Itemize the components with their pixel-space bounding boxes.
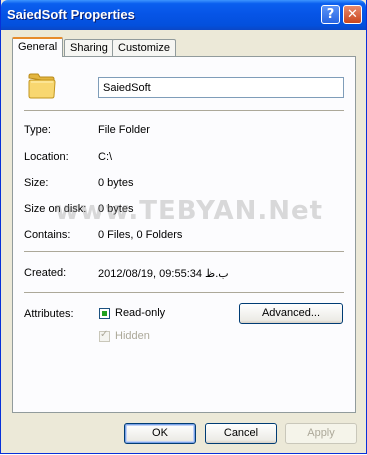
apply-button[interactable]: Apply [285, 423, 357, 444]
created-value: 2012/08/19, 09:55:34 ب.ظ [98, 268, 229, 280]
window-title: SaiedSoft Properties [7, 7, 135, 22]
hidden-label[interactable]: Hidden [115, 330, 150, 342]
general-panel: Type: File Folder Location: C:\ Size: 0 … [12, 56, 356, 413]
help-icon: ? [326, 7, 335, 22]
tab-general[interactable]: General [12, 37, 64, 57]
attributes-label: Attributes: [24, 308, 74, 320]
created-label: Created: [24, 267, 67, 279]
close-icon: ✕ [347, 7, 358, 22]
location-value: C:\ [98, 151, 113, 163]
folder-name-input[interactable] [98, 77, 344, 98]
tab-customize[interactable]: Customize [112, 39, 176, 56]
separator [24, 251, 344, 252]
contains-value: 0 Files, 0 Folders [98, 229, 183, 241]
help-button[interactable]: ? [321, 5, 340, 24]
readonly-label[interactable]: Read-only [115, 307, 165, 319]
folder-icon [28, 73, 56, 99]
size-value: 0 bytes [98, 177, 134, 189]
tab-sharing[interactable]: Sharing [64, 39, 114, 56]
close-button[interactable]: ✕ [343, 5, 362, 24]
cancel-button[interactable]: Cancel [205, 423, 277, 444]
properties-window: SaiedSoft Properties ? ✕ General Sharing… [0, 0, 367, 454]
contains-label: Contains: [24, 229, 71, 241]
location-label: Location: [24, 151, 69, 163]
watermark: www.TEBYAN.Net [55, 196, 324, 226]
hidden-checkbox[interactable] [99, 329, 110, 342]
title-bar[interactable]: SaiedSoft Properties ? ✕ [1, 0, 366, 30]
separator [24, 110, 344, 111]
readonly-checkbox[interactable] [99, 308, 110, 319]
type-value: File Folder [98, 124, 150, 136]
size-label: Size: [24, 177, 49, 189]
separator [24, 292, 344, 293]
advanced-button[interactable]: Advanced... [239, 303, 343, 324]
type-label: Type: [24, 124, 51, 136]
ok-button[interactable]: OK [124, 423, 196, 444]
